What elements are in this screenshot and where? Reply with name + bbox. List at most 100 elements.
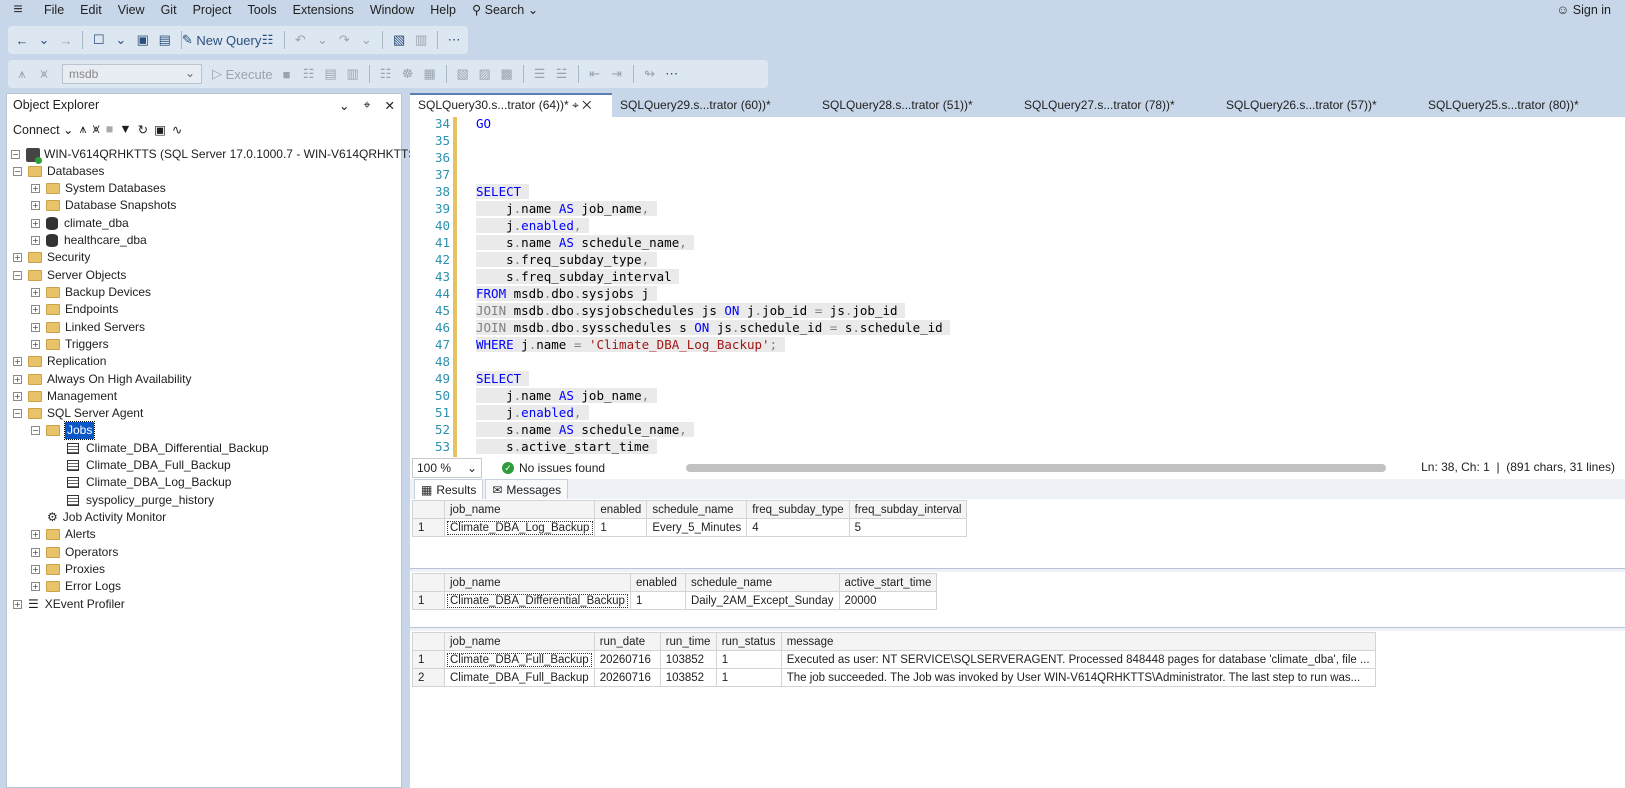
menu-project[interactable]: Project [185, 0, 240, 20]
grid-cell[interactable]: 1 [629, 591, 686, 610]
tree-job-activity-monitor[interactable]: ⚙ Job Activity Monitor [47, 509, 166, 526]
tab-sqlquery28[interactable]: SQLQuery28.s...trator (51))* [814, 93, 1016, 117]
more-icon[interactable]: ⋯ [444, 29, 464, 51]
indent-icon[interactable]: ⇥ [607, 63, 627, 85]
chevron-down-icon[interactable]: ⌄ [111, 29, 131, 51]
tree-db-climate[interactable]: + climate_dba [31, 215, 129, 232]
menu-window[interactable]: Window [362, 0, 422, 20]
table-row[interactable]: 1 Climate_DBA_Full_Backup 20260716 10385… [412, 650, 1376, 669]
query-options-icon[interactable]: ☸ [398, 63, 418, 85]
result-grid-3[interactable]: job_name run_date run_time run_status me… [412, 632, 1376, 687]
expand-icon[interactable]: + [31, 288, 40, 297]
expand-icon[interactable]: + [31, 530, 40, 539]
collapse-icon[interactable]: − [31, 426, 40, 435]
change-connection-icon[interactable]: ⩙ [34, 63, 54, 85]
menu-help[interactable]: Help [422, 0, 464, 20]
new-query-button[interactable]: ✎ New Query [182, 29, 262, 51]
column-header[interactable]: run_status [715, 632, 782, 651]
column-header[interactable]: message [780, 632, 1376, 651]
tree-system-databases[interactable]: + System Databases [31, 180, 166, 197]
chevron-down-icon[interactable]: ⌄ [339, 98, 349, 113]
zoom-select[interactable]: 100 % ⌄ [412, 458, 482, 478]
stop-icon[interactable]: ■ [106, 122, 114, 136]
expand-icon[interactable]: + [31, 565, 40, 574]
expand-icon[interactable]: + [13, 357, 22, 366]
tree-triggers[interactable]: + Triggers [31, 336, 109, 353]
expand-icon[interactable]: + [13, 392, 22, 401]
parse-icon[interactable]: ☷ [299, 63, 319, 85]
grid-cell[interactable]: Executed as user: NT SERVICE\SQLSERVERAG… [780, 650, 1376, 669]
redo-icon[interactable]: ↷ [334, 29, 354, 51]
grid-cell[interactable]: 103852 [659, 650, 717, 669]
menu-view[interactable]: View [110, 0, 153, 20]
column-header[interactable]: run_time [659, 632, 717, 651]
tree-security[interactable]: + Security [13, 249, 90, 266]
collapse-icon[interactable]: − [13, 167, 22, 176]
grid-cell[interactable]: 1 [594, 518, 648, 537]
grid-cell[interactable]: Climate_DBA_Differential_Backup [444, 591, 631, 610]
column-header[interactable]: job_name [443, 500, 596, 519]
chevron-down-icon[interactable]: ⌄ [356, 29, 376, 51]
column-header[interactable]: schedule_name [684, 573, 840, 592]
connect-button[interactable]: Connect ⌄ [13, 122, 74, 137]
save-all-icon[interactable]: ▤ [155, 29, 175, 51]
tree-database-snapshots[interactable]: + Database Snapshots [31, 197, 176, 214]
sign-in-button[interactable]: ☺ Sign in [1557, 0, 1611, 20]
grid-cell[interactable]: 1 [715, 668, 782, 687]
grid-cell[interactable]: 4 [746, 518, 850, 537]
layout-icon[interactable]: ▥ [411, 29, 431, 51]
query-file-icon[interactable]: ☷ [258, 29, 278, 51]
expand-icon[interactable]: + [31, 201, 40, 210]
connect-plug-icon[interactable]: ⩚ [80, 122, 87, 137]
issues-indicator[interactable]: ✓ No issues found [502, 461, 605, 475]
column-header[interactable]: enabled [629, 573, 686, 592]
back-icon[interactable]: ← [12, 29, 32, 51]
grid-cell[interactable]: Every_5_Minutes [646, 518, 748, 537]
tree-always-on[interactable]: + Always On High Availability [13, 371, 192, 388]
tree-job-full[interactable]: Climate_DBA_Full_Backup [67, 457, 231, 474]
refresh-icon[interactable]: ↻ [138, 122, 148, 137]
column-header[interactable]: active_start_time [838, 573, 938, 592]
expand-icon[interactable]: + [31, 305, 40, 314]
menu-edit[interactable]: Edit [72, 0, 110, 20]
tab-messages[interactable]: ✉ Messages [485, 479, 569, 499]
menu-git[interactable]: Git [153, 0, 185, 20]
tree-linked-servers[interactable]: + Linked Servers [31, 319, 145, 336]
database-select[interactable]: msdb ⌄ [62, 64, 202, 84]
sql-editor[interactable]: 34 35 36 37 38 39 40 41 42 43 44 45 46 4… [410, 117, 1625, 457]
row-number[interactable]: 1 [412, 650, 445, 669]
tab-results[interactable]: ▦ Results [414, 479, 484, 499]
estimated-plan-icon[interactable]: ☷ [376, 63, 396, 85]
more-icon[interactable]: ⋯ [662, 63, 682, 85]
row-number[interactable]: 1 [412, 591, 445, 610]
tree-job-syspolicy[interactable]: syspolicy_purge_history [67, 492, 214, 509]
collapse-icon[interactable]: − [13, 409, 22, 418]
menu-extensions[interactable]: Extensions [285, 0, 362, 20]
uncomment-icon[interactable]: ☱ [552, 63, 572, 85]
tree-jobs[interactable]: − Jobs [31, 421, 96, 440]
pin-icon[interactable]: ⌖ [363, 98, 370, 113]
column-header[interactable]: run_date [593, 632, 661, 651]
table-row[interactable]: 2 Climate_DBA_Full_Backup 20260716 10385… [412, 668, 1376, 687]
tree-management[interactable]: + Management [13, 388, 117, 405]
result-grid-2[interactable]: job_name enabled schedule_name active_st… [412, 573, 938, 610]
grid-cell[interactable]: 20260716 [593, 650, 661, 669]
expand-icon[interactable]: + [31, 323, 40, 332]
results-to-text-icon[interactable]: ▤ [321, 63, 341, 85]
undo-icon[interactable]: ↶ [290, 29, 310, 51]
column-header[interactable]: enabled [594, 500, 648, 519]
expand-icon[interactable]: + [31, 236, 40, 245]
column-header[interactable]: freq_subday_interval [848, 500, 968, 519]
grid-cell[interactable]: Climate_DBA_Full_Backup [444, 668, 595, 687]
grid-cell[interactable]: Climate_DBA_Full_Backup [444, 650, 595, 669]
tree-error-logs[interactable]: + Error Logs [31, 578, 121, 595]
tree-proxies[interactable]: + Proxies [31, 561, 105, 578]
expand-icon[interactable]: + [31, 184, 40, 193]
chevron-down-icon[interactable]: ⌄ [34, 29, 54, 51]
intellisense-icon[interactable]: ▦ [420, 63, 440, 85]
tree-db-healthcare[interactable]: + healthcare_dba [31, 232, 147, 249]
filter-icon[interactable]: ▼ [119, 122, 131, 136]
new-file-icon[interactable]: ☐ [89, 29, 109, 51]
include-plan-icon[interactable]: ▧ [453, 63, 473, 85]
save-icon[interactable]: ▣ [133, 29, 153, 51]
